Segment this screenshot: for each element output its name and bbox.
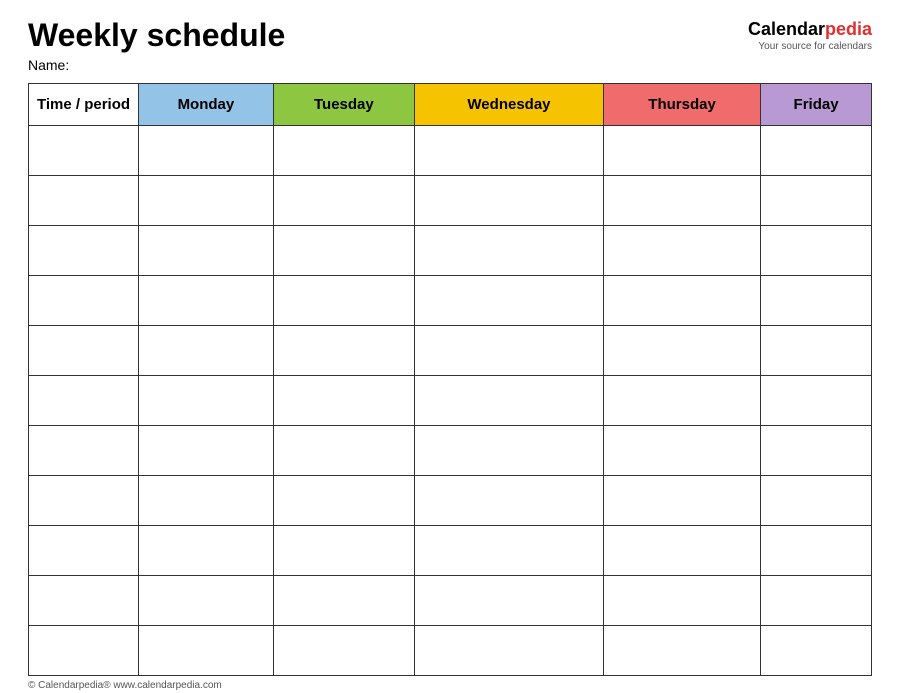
schedule-cell[interactable] bbox=[139, 526, 274, 576]
logo-calendar: Calendar bbox=[748, 19, 825, 39]
schedule-cell[interactable] bbox=[139, 626, 274, 676]
col-header-time: Time / period bbox=[29, 84, 139, 126]
schedule-cell[interactable] bbox=[761, 576, 872, 626]
time-cell[interactable] bbox=[29, 376, 139, 426]
schedule-cell[interactable] bbox=[761, 526, 872, 576]
title-block: Weekly schedule Name: bbox=[28, 18, 285, 73]
schedule-cell[interactable] bbox=[414, 576, 603, 626]
footer: © Calendarpedia® www.calendarpedia.com bbox=[28, 680, 872, 693]
schedule-cell[interactable] bbox=[761, 426, 872, 476]
schedule-cell[interactable] bbox=[414, 326, 603, 376]
schedule-cell[interactable] bbox=[604, 526, 761, 576]
schedule-cell[interactable] bbox=[414, 176, 603, 226]
time-cell[interactable] bbox=[29, 276, 139, 326]
schedule-cell[interactable] bbox=[604, 626, 761, 676]
schedule-cell[interactable] bbox=[604, 226, 761, 276]
name-label: Name: bbox=[28, 57, 285, 73]
col-header-friday: Friday bbox=[761, 84, 872, 126]
schedule-cell[interactable] bbox=[139, 476, 274, 526]
schedule-cell[interactable] bbox=[604, 376, 761, 426]
logo-block: Calendarpedia Your source for calendars bbox=[748, 20, 872, 52]
schedule-cell[interactable] bbox=[139, 376, 274, 426]
table-row bbox=[29, 476, 872, 526]
schedule-cell[interactable] bbox=[761, 126, 872, 176]
table-row bbox=[29, 426, 872, 476]
table-row bbox=[29, 526, 872, 576]
col-header-monday: Monday bbox=[139, 84, 274, 126]
time-cell[interactable] bbox=[29, 426, 139, 476]
time-cell[interactable] bbox=[29, 576, 139, 626]
schedule-cell[interactable] bbox=[273, 376, 414, 426]
header: Weekly schedule Name: Calendarpedia Your… bbox=[28, 18, 872, 73]
schedule-cell[interactable] bbox=[273, 576, 414, 626]
schedule-table: Time / period Monday Tuesday Wednesday T… bbox=[28, 83, 872, 676]
table-row bbox=[29, 326, 872, 376]
schedule-cell[interactable] bbox=[414, 376, 603, 426]
time-cell[interactable] bbox=[29, 226, 139, 276]
schedule-cell[interactable] bbox=[604, 576, 761, 626]
schedule-cell[interactable] bbox=[414, 226, 603, 276]
schedule-cell[interactable] bbox=[273, 226, 414, 276]
logo-pedia: pedia bbox=[825, 19, 872, 39]
time-cell[interactable] bbox=[29, 176, 139, 226]
schedule-cell[interactable] bbox=[761, 326, 872, 376]
col-header-tuesday: Tuesday bbox=[273, 84, 414, 126]
table-row bbox=[29, 176, 872, 226]
logo-tagline: Your source for calendars bbox=[758, 41, 872, 52]
schedule-cell[interactable] bbox=[273, 176, 414, 226]
table-row bbox=[29, 626, 872, 676]
schedule-cell[interactable] bbox=[139, 276, 274, 326]
schedule-cell[interactable] bbox=[273, 626, 414, 676]
col-header-wednesday: Wednesday bbox=[414, 84, 603, 126]
schedule-cell[interactable] bbox=[604, 326, 761, 376]
schedule-cell[interactable] bbox=[761, 276, 872, 326]
schedule-cell[interactable] bbox=[604, 426, 761, 476]
schedule-cell[interactable] bbox=[139, 176, 274, 226]
time-cell[interactable] bbox=[29, 126, 139, 176]
schedule-cell[interactable] bbox=[761, 376, 872, 426]
schedule-cell[interactable] bbox=[139, 576, 274, 626]
table-row bbox=[29, 126, 872, 176]
schedule-cell[interactable] bbox=[273, 276, 414, 326]
schedule-cell[interactable] bbox=[604, 276, 761, 326]
time-cell[interactable] bbox=[29, 526, 139, 576]
page: Weekly schedule Name: Calendarpedia Your… bbox=[0, 0, 900, 678]
schedule-cell[interactable] bbox=[273, 126, 414, 176]
schedule-cell[interactable] bbox=[604, 176, 761, 226]
schedule-cell[interactable] bbox=[414, 126, 603, 176]
col-header-thursday: Thursday bbox=[604, 84, 761, 126]
time-cell[interactable] bbox=[29, 326, 139, 376]
schedule-body bbox=[29, 126, 872, 676]
table-row bbox=[29, 226, 872, 276]
schedule-cell[interactable] bbox=[139, 226, 274, 276]
table-row bbox=[29, 576, 872, 626]
schedule-cell[interactable] bbox=[139, 326, 274, 376]
table-row bbox=[29, 276, 872, 326]
schedule-cell[interactable] bbox=[139, 426, 274, 476]
logo-text: Calendarpedia bbox=[748, 20, 872, 40]
schedule-cell[interactable] bbox=[273, 476, 414, 526]
time-cell[interactable] bbox=[29, 476, 139, 526]
schedule-cell[interactable] bbox=[761, 226, 872, 276]
schedule-cell[interactable] bbox=[414, 426, 603, 476]
schedule-cell[interactable] bbox=[761, 476, 872, 526]
schedule-cell[interactable] bbox=[414, 626, 603, 676]
time-cell[interactable] bbox=[29, 626, 139, 676]
schedule-cell[interactable] bbox=[604, 126, 761, 176]
schedule-cell[interactable] bbox=[273, 526, 414, 576]
schedule-cell[interactable] bbox=[414, 276, 603, 326]
schedule-cell[interactable] bbox=[273, 426, 414, 476]
schedule-cell[interactable] bbox=[273, 326, 414, 376]
schedule-cell[interactable] bbox=[139, 126, 274, 176]
schedule-cell[interactable] bbox=[604, 476, 761, 526]
schedule-cell[interactable] bbox=[414, 526, 603, 576]
schedule-cell[interactable] bbox=[761, 176, 872, 226]
schedule-cell[interactable] bbox=[761, 626, 872, 676]
page-title: Weekly schedule bbox=[28, 18, 285, 53]
table-header-row: Time / period Monday Tuesday Wednesday T… bbox=[29, 84, 872, 126]
table-row bbox=[29, 376, 872, 426]
schedule-cell[interactable] bbox=[414, 476, 603, 526]
